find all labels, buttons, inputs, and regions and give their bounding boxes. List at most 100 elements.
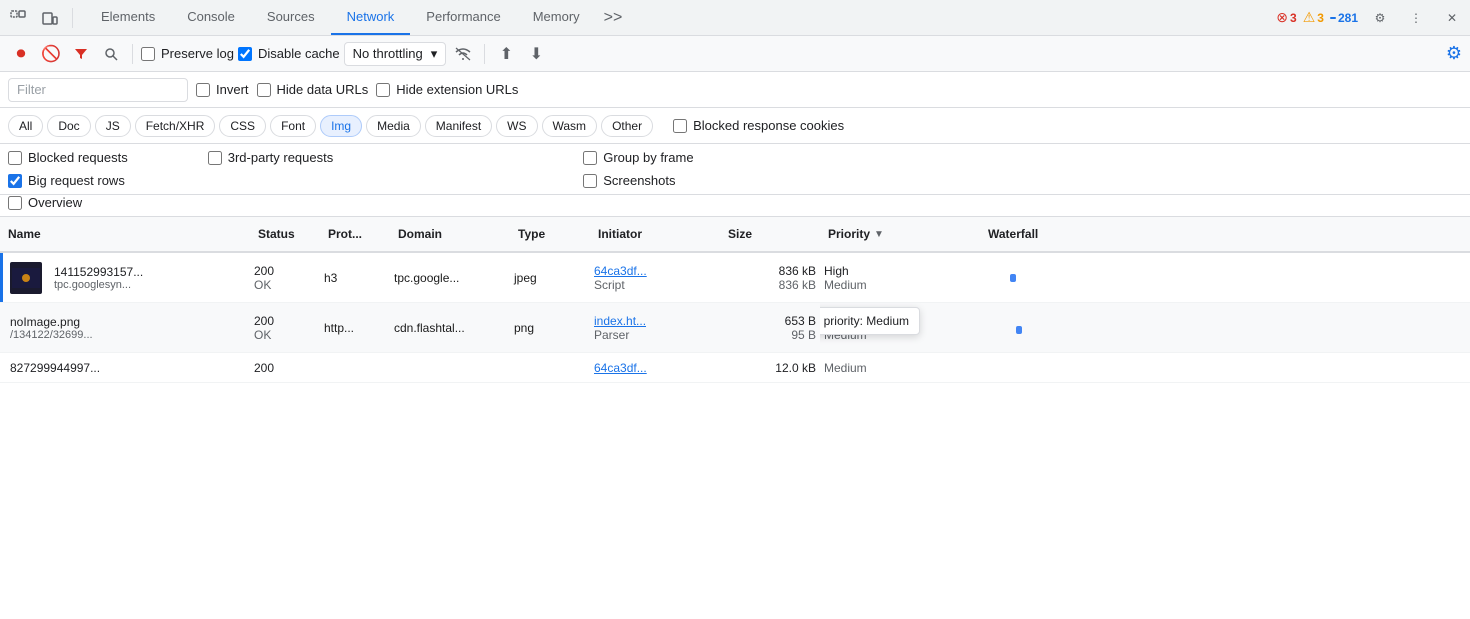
cell-type-1: jpeg: [510, 253, 590, 302]
blocked-requests-checkbox[interactable]: [8, 151, 22, 165]
group-by-frame-label[interactable]: Group by frame: [583, 150, 693, 165]
preserve-log-checkbox[interactable]: [141, 47, 155, 61]
tab-network[interactable]: Network: [331, 0, 411, 35]
screenshots-label[interactable]: Screenshots: [583, 173, 693, 188]
clear-button[interactable]: 🚫: [38, 41, 64, 67]
cell-protocol-2: http...: [320, 303, 390, 352]
type-pill-ws[interactable]: WS: [496, 115, 537, 137]
settings-gear-button[interactable]: ⚙: [1366, 4, 1394, 32]
hide-ext-urls-label[interactable]: Hide extension URLs: [376, 82, 518, 97]
network-settings-icon[interactable]: ⚙: [1446, 43, 1462, 64]
cell-initiator-1: 64ca3df... Script: [590, 253, 720, 302]
tab-console[interactable]: Console: [171, 0, 251, 35]
stop-recording-button[interactable]: ⏺: [8, 41, 34, 67]
preserve-log-label[interactable]: Preserve log: [141, 46, 234, 61]
hide-data-urls-checkbox[interactable]: [257, 83, 271, 97]
overview-check-label[interactable]: Overview: [8, 195, 1462, 210]
blocked-cookies-label[interactable]: Blocked response cookies: [673, 118, 844, 133]
row-accent: [0, 253, 3, 302]
col-header-type[interactable]: Type: [518, 227, 598, 241]
type-pill-media[interactable]: Media: [366, 115, 421, 137]
blocked-requests-label[interactable]: Blocked requests: [8, 150, 128, 165]
screenshots-checkbox[interactable]: [583, 174, 597, 188]
tab-memory[interactable]: Memory: [517, 0, 596, 35]
more-tabs-button[interactable]: >>: [596, 0, 631, 35]
more-options-button[interactable]: ⋮: [1402, 4, 1430, 32]
hide-ext-urls-checkbox[interactable]: [376, 83, 390, 97]
throttle-arrow-icon: ▾: [431, 46, 438, 62]
type-pill-doc[interactable]: Doc: [47, 115, 90, 137]
size-primary-2: 653 B: [785, 314, 816, 328]
third-party-label[interactable]: 3rd-party requests: [208, 150, 334, 165]
tab-elements[interactable]: Elements: [85, 0, 171, 35]
col-header-waterfall[interactable]: Waterfall: [988, 227, 1462, 241]
filter-bar: Invert Hide data URLs Hide extension URL…: [0, 72, 1470, 108]
import-har-button[interactable]: ⬇: [523, 41, 549, 67]
search-button[interactable]: [98, 41, 124, 67]
disable-cache-checkbox[interactable]: [238, 47, 252, 61]
main-tabs: Elements Console Sources Network Perform…: [85, 0, 1276, 35]
initiator-sub-1: Script: [594, 278, 647, 292]
close-devtools-button[interactable]: ✕: [1438, 4, 1466, 32]
table-row[interactable]: 141152993157... tpc.googlesyn... 200 OK …: [0, 253, 1470, 303]
col-header-size[interactable]: Size: [728, 227, 828, 241]
big-request-rows-label[interactable]: Big request rows: [8, 173, 128, 188]
invert-filter-label[interactable]: Invert: [196, 82, 249, 97]
cell-domain-1: tpc.google...: [390, 253, 510, 302]
group-by-frame-checkbox[interactable]: [583, 151, 597, 165]
tab-bar: Elements Console Sources Network Perform…: [0, 0, 1470, 36]
col-header-domain[interactable]: Domain: [398, 227, 518, 241]
table-row[interactable]: 827299944997... 200 64ca3df... 12.0 kB M…: [0, 353, 1470, 383]
type-pill-all[interactable]: All: [8, 115, 43, 137]
priority-tooltip-2: High, Initial priority: Medium: [820, 307, 920, 335]
throttle-dropdown[interactable]: No throttling ▾: [344, 42, 447, 66]
disable-cache-label[interactable]: Disable cache: [238, 46, 340, 61]
type-pill-manifest[interactable]: Manifest: [425, 115, 492, 137]
export-har-button[interactable]: ⬆: [493, 41, 519, 67]
initiator-link-3[interactable]: 64ca3df...: [594, 361, 647, 375]
type-filter-bar: All Doc JS Fetch/XHR CSS Font Img Media …: [0, 108, 1470, 144]
initiator-link-2[interactable]: index.ht...: [594, 314, 646, 328]
info-badge: [1330, 17, 1336, 19]
device-toggle-icon[interactable]: [36, 4, 64, 32]
type-pill-fetch[interactable]: Fetch/XHR: [135, 115, 216, 137]
extra-options-row2: Overview: [0, 195, 1470, 217]
priority-primary-3: Medium: [824, 361, 867, 375]
priority-primary-1: High: [824, 264, 867, 278]
table-row[interactable]: noImage.png /134122/32699... 200 OK http…: [0, 303, 1470, 353]
big-request-rows-checkbox[interactable]: [8, 174, 22, 188]
type-pill-js[interactable]: JS: [95, 115, 131, 137]
tab-sources[interactable]: Sources: [251, 0, 331, 35]
filter-toggle-button[interactable]: [68, 41, 94, 67]
col-header-initiator[interactable]: Initiator: [598, 227, 728, 241]
type-pill-font[interactable]: Font: [270, 115, 316, 137]
cell-size-3: 12.0 kB: [720, 353, 820, 382]
col-header-name[interactable]: Name: [8, 227, 258, 241]
size-secondary-1: 836 kB: [779, 278, 816, 292]
invert-checkbox[interactable]: [196, 83, 210, 97]
tab-performance[interactable]: Performance: [410, 0, 516, 35]
cell-status-1: 200 OK: [250, 253, 320, 302]
overview-check[interactable]: [8, 196, 22, 210]
wifi-icon-button[interactable]: [450, 41, 476, 67]
type-pill-css[interactable]: CSS: [219, 115, 266, 137]
toolbar-sep-1: [132, 44, 133, 64]
col-header-status[interactable]: Status: [258, 227, 328, 241]
filter-input[interactable]: [8, 78, 188, 102]
hide-data-urls-label[interactable]: Hide data URLs: [257, 82, 369, 97]
type-pill-wasm[interactable]: Wasm: [542, 115, 598, 137]
col-header-priority[interactable]: Priority ▼: [828, 227, 988, 241]
cell-domain-3: [390, 353, 510, 382]
devtools-icons: [4, 4, 85, 32]
error-icon: ⊗: [1276, 9, 1288, 26]
table-body: 141152993157... tpc.googlesyn... 200 OK …: [0, 253, 1470, 619]
type-pill-other[interactable]: Other: [601, 115, 653, 137]
initiator-link-1[interactable]: 64ca3df...: [594, 264, 647, 278]
blocked-cookies-checkbox[interactable]: [673, 119, 687, 133]
cell-initiator-3: 64ca3df...: [590, 353, 720, 382]
select-element-icon[interactable]: [4, 4, 32, 32]
col-header-protocol[interactable]: Prot...: [328, 227, 398, 241]
type-pill-img[interactable]: Img: [320, 115, 362, 137]
third-party-checkbox[interactable]: [208, 151, 222, 165]
status-code-3: 200: [254, 361, 274, 375]
